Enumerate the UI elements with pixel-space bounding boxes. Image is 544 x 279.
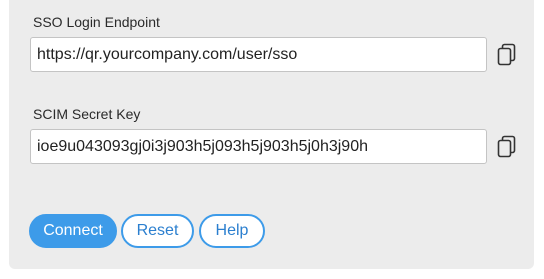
copy-icon[interactable] bbox=[497, 43, 517, 67]
sso-endpoint-label: SSO Login Endpoint bbox=[33, 14, 160, 30]
reset-button[interactable]: Reset bbox=[121, 214, 194, 248]
copy-icon[interactable] bbox=[497, 135, 517, 159]
help-button[interactable]: Help bbox=[199, 214, 265, 248]
scim-secret-input[interactable] bbox=[30, 129, 487, 164]
scim-secret-label: SCIM Secret Key bbox=[33, 106, 141, 122]
sso-settings-panel: SSO Login Endpoint SCIM Secret Key Conne… bbox=[9, 0, 534, 269]
sso-endpoint-input[interactable] bbox=[30, 37, 487, 72]
connect-button[interactable]: Connect bbox=[29, 214, 117, 248]
